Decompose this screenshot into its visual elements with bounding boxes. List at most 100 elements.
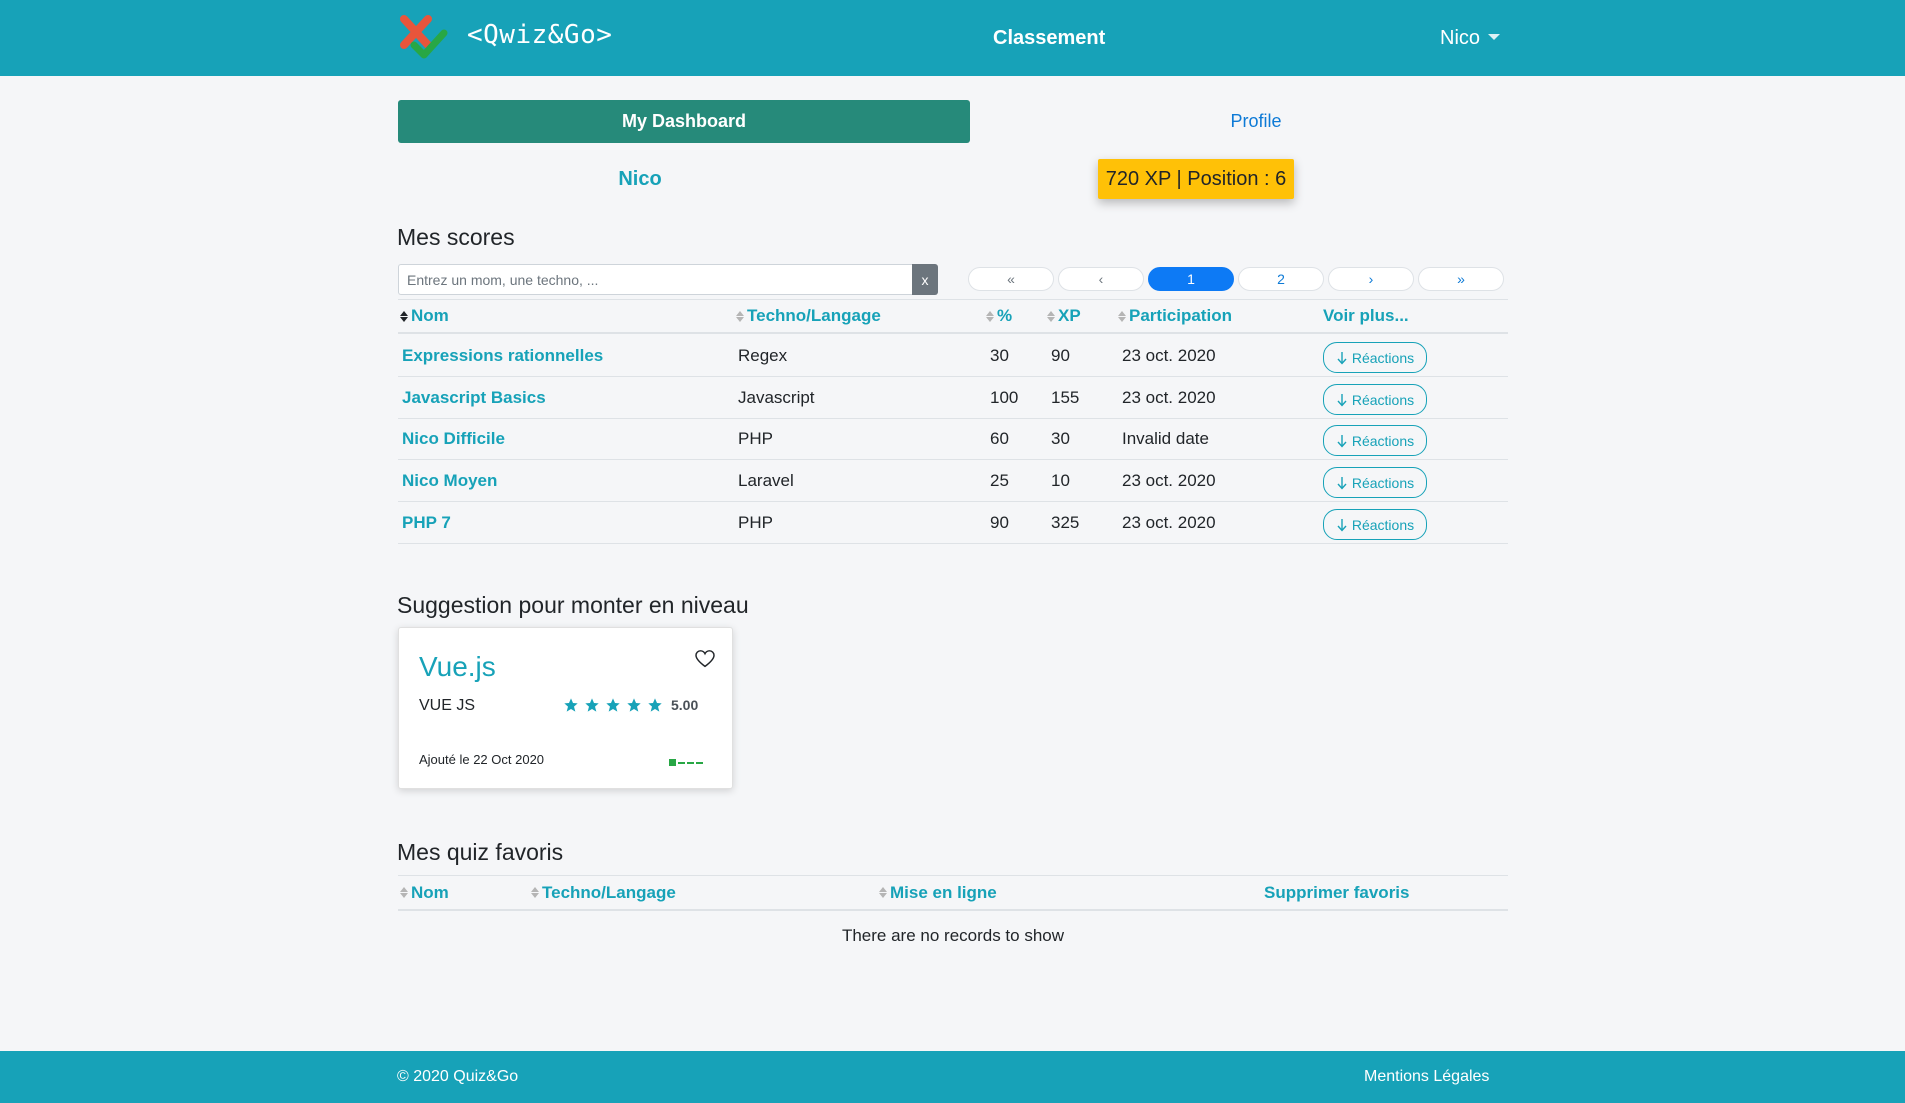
rating-value: 5.00 [671,697,699,713]
table-row: Javascript Basics Javascript 100 155 23 oct.… [398,377,1508,419]
user-menu-label: Nico [1440,27,1481,49]
sort-icon [1047,310,1055,322]
card-techno: VUE JS [419,697,476,714]
row-percent: 25 [990,470,1009,490]
page-first-button[interactable]: « [968,267,1054,291]
favorites-empty-message: There are no records to show [841,926,1065,945]
arrow-down-icon [1337,476,1347,490]
reactions-label: Réactions [1351,432,1415,449]
star-icon [564,698,578,712]
level-empty [696,761,703,764]
favorites-title: Mes quiz favoris [397,839,564,865]
tab-profile[interactable]: Profile [970,100,1542,143]
brand-name[interactable]: <Qwiz&Go> [467,20,612,50]
scores-table-header: Nom Techno/Langage % XP Participation Vo… [398,299,1508,334]
arrow-down-icon [1337,434,1347,448]
pagination: « ‹ 1 2 › » [968,267,1504,291]
footer: © 2020 Quiz&Go Mentions Légales [0,1051,1905,1103]
row-techno: PHP [738,512,773,532]
tab-my-dashboard[interactable]: My Dashboard [398,100,970,143]
row-techno: Regex [738,345,788,365]
card-quiz-title[interactable]: Vue.js [419,651,496,683]
page-1-button[interactable]: 1 [1148,267,1234,291]
row-percent: 100 [990,387,1019,407]
star-icon [648,698,662,712]
fav-col-techno[interactable]: Techno/Langage [531,876,676,909]
user-menu[interactable]: Nico [1440,27,1501,50]
table-row: Expressions rationnelles Regex 30 90 23 oct.… [398,335,1508,377]
row-quiz-name[interactable]: Javascript Basics [402,377,546,418]
caret-down-icon [1488,33,1501,40]
favorites-table-header: Nom Techno/Langage Mise en ligne Supprim… [398,875,1508,911]
table-row: PHP 7 PHP 90 325 23 oct. 2020 Réactions [398,502,1508,544]
level-empty [687,761,694,764]
sort-icon [986,310,994,322]
xp-position-badge: 720 XP | Position : 6 [1098,159,1294,199]
col-nom[interactable]: Nom [400,300,449,332]
row-techno: PHP [738,428,773,448]
fav-col-nom[interactable]: Nom [400,876,449,909]
search-input[interactable] [398,264,912,295]
suggestion-card[interactable]: Vue.js VUE JS 5.00 Ajouté le 22 Oct 2020 [398,627,733,789]
reactions-button[interactable]: Réactions [1323,384,1427,415]
col-participation[interactable]: Participation [1118,300,1232,332]
fav-col-techno-label: Techno/Langage [542,882,676,902]
reactions-button[interactable]: Réactions [1323,467,1427,498]
footer-legal-link[interactable]: Mentions Légales [1364,1068,1489,1086]
star-icon [606,698,620,712]
sort-icon [736,310,744,322]
suggestion-title: Suggestion pour monter en niveau [397,592,749,618]
reactions-button[interactable]: Réactions [1323,425,1427,456]
row-quiz-name[interactable]: PHP 7 [402,502,451,543]
sort-icon [879,887,887,898]
col-xp[interactable]: XP [1047,300,1081,332]
scores-search: x [398,264,938,295]
row-date: 23 oct. 2020 [1122,345,1216,365]
row-percent: 60 [990,428,1009,448]
page-prev-button[interactable]: ‹ [1058,267,1144,291]
star-icon [585,698,599,712]
col-xp-label: XP [1058,306,1081,325]
page-next-button[interactable]: › [1328,267,1414,291]
row-actions: Réactions [1323,335,1427,376]
row-quiz-name[interactable]: Nico Difficile [402,418,505,459]
navbar: <Qwiz&Go> Classement Nico [0,0,1905,76]
sort-icon [1118,310,1126,322]
rating-stars: 5.00 [563,697,698,713]
row-date: Invalid date [1122,428,1209,448]
row-actions: Réactions [1323,502,1427,543]
row-xp: 30 [1051,428,1070,448]
page-last-button[interactable]: » [1418,267,1504,291]
difficulty-level [669,759,703,766]
row-quiz-name[interactable]: Nico Moyen [402,460,497,501]
dashboard-user-name: Nico [618,168,662,190]
row-actions: Réactions [1323,418,1427,459]
row-date: 23 oct. 2020 [1122,512,1216,532]
nav-classement-link[interactable]: Classement [993,27,1105,50]
arrow-down-icon [1337,518,1347,532]
reactions-button[interactable]: Réactions [1323,509,1427,540]
row-quiz-name[interactable]: Expressions rationnelles [402,335,603,376]
footer-copyright: © 2020 Quiz&Go [397,1068,519,1085]
row-xp: 325 [1051,512,1080,532]
sort-icon [400,310,408,322]
search-clear-button[interactable]: x [912,264,938,295]
row-percent: 90 [990,512,1009,532]
reactions-button[interactable]: Réactions [1323,342,1427,373]
col-voir-plus: Voir plus... [1323,306,1409,325]
reactions-label: Réactions [1351,391,1415,408]
col-percent[interactable]: % [986,300,1012,332]
col-percent-label: % [997,306,1013,325]
col-techno[interactable]: Techno/Langage [736,300,881,332]
scores-title: Mes scores [397,224,515,250]
logo-icon[interactable] [398,15,450,59]
level-empty [678,761,685,764]
col-participation-label: Participation [1129,306,1232,325]
row-actions: Réactions [1323,377,1427,418]
arrow-down-icon [1337,393,1347,407]
col-nom-label: Nom [411,306,449,325]
reactions-label: Réactions [1351,474,1415,491]
fav-col-mise-en-ligne[interactable]: Mise en ligne [879,876,997,909]
page-2-button[interactable]: 2 [1238,267,1324,291]
heart-icon[interactable] [695,650,715,668]
